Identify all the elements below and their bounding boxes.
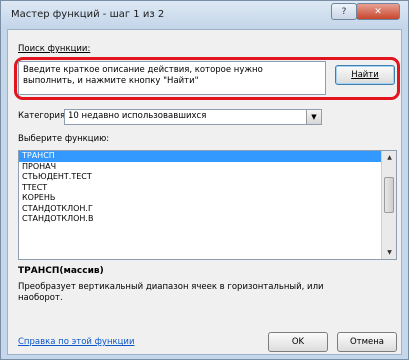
list-item[interactable]: КОРЕНЬ bbox=[19, 193, 381, 204]
dialog-body: Поиск функции: Введите краткое описание … bbox=[7, 29, 402, 355]
list-item[interactable]: СТЬЮДЕНТ.ТЕСТ bbox=[19, 172, 381, 183]
find-button-label: Найти bbox=[351, 70, 379, 80]
list-item[interactable]: ТРАНСП bbox=[19, 151, 381, 162]
chevron-down-icon[interactable]: ▼ bbox=[306, 110, 321, 124]
close-button[interactable]: ✕ bbox=[356, 3, 400, 20]
scroll-down-icon[interactable]: ▼ bbox=[382, 246, 396, 259]
list-item[interactable]: TTECT bbox=[19, 183, 381, 194]
ok-button-label: OK bbox=[291, 337, 305, 347]
title-bar[interactable]: Мастер функций - шаг 1 из 2 ? ✕ bbox=[1, 1, 408, 29]
search-text-line-2: выполнить, и нажмите кнопку "Найти" bbox=[23, 76, 199, 86]
search-text-line-1: Введите краткое описание действия, котор… bbox=[23, 65, 263, 75]
search-label: Поиск функции: bbox=[18, 44, 91, 54]
search-input[interactable]: Введите краткое описание действия, котор… bbox=[18, 61, 326, 95]
function-signature: ТРАНСП(массив) bbox=[18, 266, 104, 276]
function-list-label: Выберите функцию: bbox=[18, 134, 110, 144]
ok-button[interactable]: OK bbox=[268, 332, 328, 352]
category-label: Категория: bbox=[18, 111, 68, 121]
category-select[interactable]: 10 недавно использовавшихся ▼ bbox=[64, 109, 322, 125]
scroll-up-icon[interactable]: ▲ bbox=[382, 151, 396, 164]
category-value: 10 недавно использовавшихся bbox=[68, 111, 207, 121]
function-help-link[interactable]: Справка по этой функции bbox=[18, 337, 134, 347]
scroll-thumb[interactable] bbox=[384, 177, 394, 213]
list-item[interactable]: ПРОНАЧ bbox=[19, 162, 381, 173]
list-scrollbar[interactable]: ▲ ▼ bbox=[381, 151, 396, 259]
cancel-button[interactable]: Отмена bbox=[337, 332, 397, 352]
function-listbox[interactable]: ТРАНСП ПРОНАЧ СТЬЮДЕНТ.ТЕСТ TTECT КОРЕНЬ… bbox=[18, 150, 397, 260]
description-line-2: наоборот. bbox=[18, 293, 63, 303]
function-description: Преобразует вертикальный диапазон ячеек … bbox=[18, 282, 388, 304]
help-title-button[interactable]: ? bbox=[331, 3, 357, 20]
list-item[interactable]: СТАНДОТКЛОН.В bbox=[19, 214, 381, 225]
description-line-1: Преобразует вертикальный диапазон ячеек … bbox=[18, 282, 324, 292]
function-wizard-dialog: Мастер функций - шаг 1 из 2 ? ✕ Поиск фу… bbox=[0, 0, 409, 360]
question-icon: ? bbox=[341, 6, 347, 17]
close-icon: ✕ bbox=[374, 6, 382, 17]
cancel-button-label: Отмена bbox=[349, 337, 385, 347]
list-item[interactable]: СТАНДОТКЛОН.Г bbox=[19, 204, 381, 215]
dialog-title: Мастер функций - шаг 1 из 2 bbox=[11, 9, 165, 20]
find-button[interactable]: Найти bbox=[335, 65, 395, 85]
